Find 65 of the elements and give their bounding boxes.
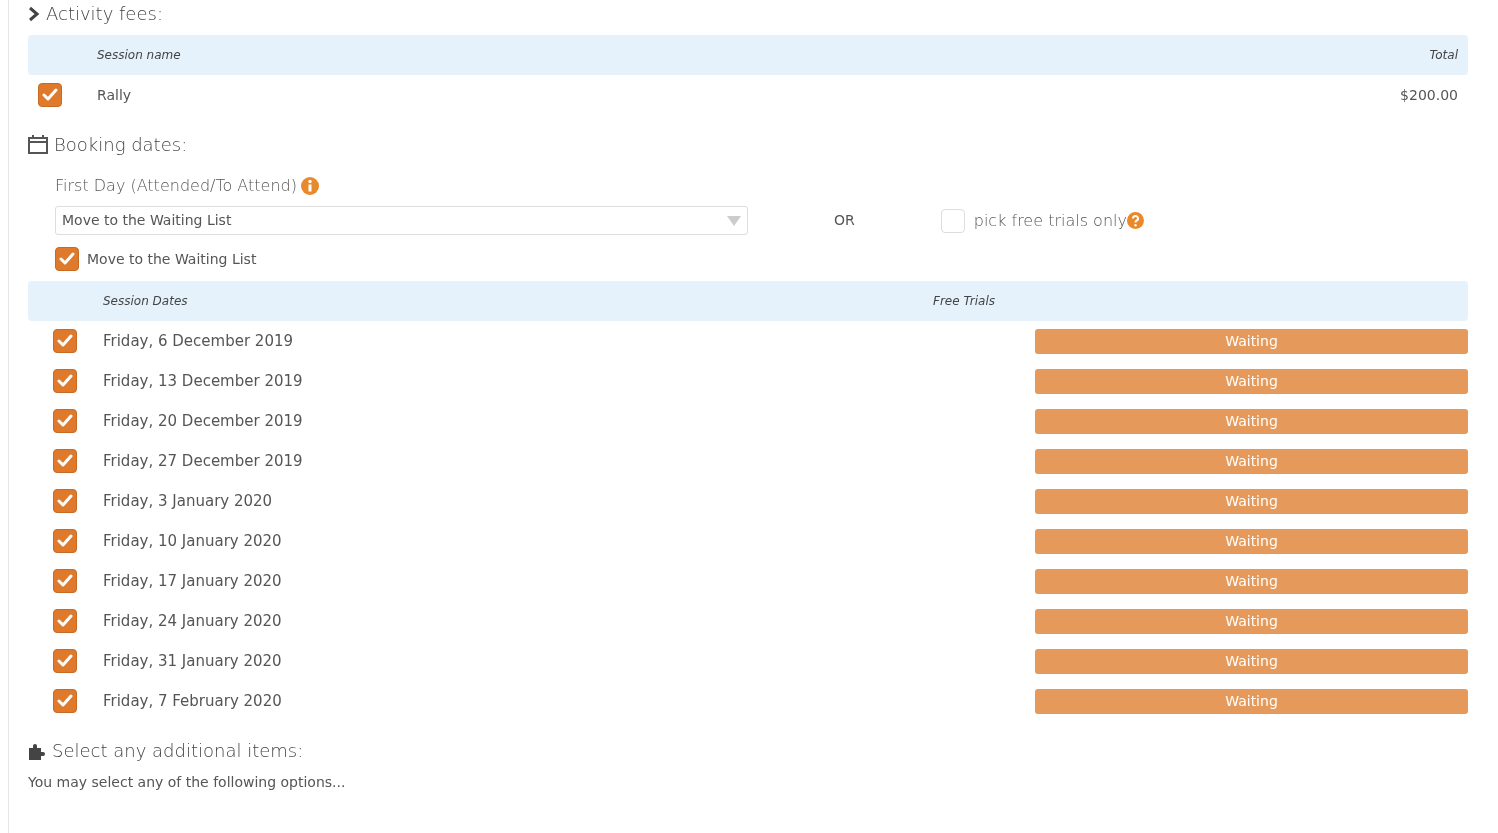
checkbox[interactable] <box>53 329 77 353</box>
session-date: Friday, 17 January 2020 <box>103 570 283 592</box>
checkbox[interactable] <box>53 449 77 473</box>
checkbox[interactable] <box>53 489 77 513</box>
check-icon <box>57 654 73 668</box>
checkbox[interactable] <box>53 649 77 673</box>
chevron-icon <box>28 5 40 22</box>
session-date: Friday, 24 January 2020 <box>103 610 283 632</box>
status-label: Waiting <box>1035 568 1468 594</box>
checkbox[interactable] <box>53 529 77 553</box>
info-icon <box>300 177 319 195</box>
checkbox[interactable] <box>53 409 77 433</box>
session-date: Friday, 7 February 2020 <box>103 690 283 712</box>
check-icon <box>59 252 75 266</box>
session-name: Rally <box>97 85 133 105</box>
section-title: Select any additional items: <box>52 739 304 763</box>
check-icon <box>57 374 73 388</box>
check-icon <box>57 534 73 548</box>
checkbox[interactable] <box>53 689 77 713</box>
check-icon <box>57 574 73 588</box>
column-header: Session Dates <box>103 293 189 310</box>
puzzle-icon <box>28 741 46 760</box>
check-icon <box>57 494 73 508</box>
check-icon <box>57 454 73 468</box>
or-text: OR <box>834 211 855 230</box>
field-label: First Day (Attended/To Attend) <box>55 175 297 197</box>
status-label: Waiting <box>1035 688 1468 714</box>
checkbox[interactable] <box>55 247 79 271</box>
status-label: Waiting <box>1035 528 1468 554</box>
help-icon <box>1126 212 1144 229</box>
session-date: Friday, 10 January 2020 <box>103 530 283 552</box>
checkbox[interactable] <box>53 569 77 593</box>
check-icon <box>57 694 73 708</box>
column-header: Session name <box>97 47 182 64</box>
check-icon <box>57 414 73 428</box>
dropdown[interactable]: Move to the Waiting List <box>55 206 748 235</box>
checkbox-label[interactable]: pick free trials only <box>973 208 1127 233</box>
checkbox-label[interactable]: Move to the Waiting List <box>87 248 257 270</box>
caret-icon <box>727 215 741 226</box>
session-date: Friday, 13 December 2019 <box>103 370 304 392</box>
session-date: Friday, 3 January 2020 <box>103 490 274 512</box>
column-header: Total <box>1429 47 1458 64</box>
status-label: Waiting <box>1035 408 1468 434</box>
session-date: Friday, 31 January 2020 <box>103 650 283 672</box>
status-label: Waiting <box>1035 488 1468 514</box>
checkbox[interactable] <box>53 609 77 633</box>
check-icon <box>57 334 73 348</box>
status-label: Waiting <box>1035 328 1468 354</box>
status-label: Waiting <box>1035 448 1468 474</box>
section-title: Booking dates: <box>54 133 188 157</box>
note-text: You may select any of the following options... <box>28 773 347 792</box>
section-title: Activity fees: <box>46 2 163 26</box>
status-label: Waiting <box>1035 368 1468 394</box>
status-label: Waiting <box>1035 608 1468 634</box>
checkbox[interactable] <box>38 83 62 107</box>
session-date: Friday, 6 December 2019 <box>103 330 295 352</box>
price: $200.00 <box>1400 85 1458 105</box>
session-date: Friday, 20 December 2019 <box>103 410 304 432</box>
status-label: Waiting <box>1035 648 1468 674</box>
checkbox[interactable] <box>53 369 77 393</box>
column-header: Free Trials <box>933 293 996 310</box>
session-date: Friday, 27 December 2019 <box>103 450 304 472</box>
calendar-icon <box>28 135 48 154</box>
check-icon <box>57 614 73 628</box>
check-icon <box>42 88 58 102</box>
